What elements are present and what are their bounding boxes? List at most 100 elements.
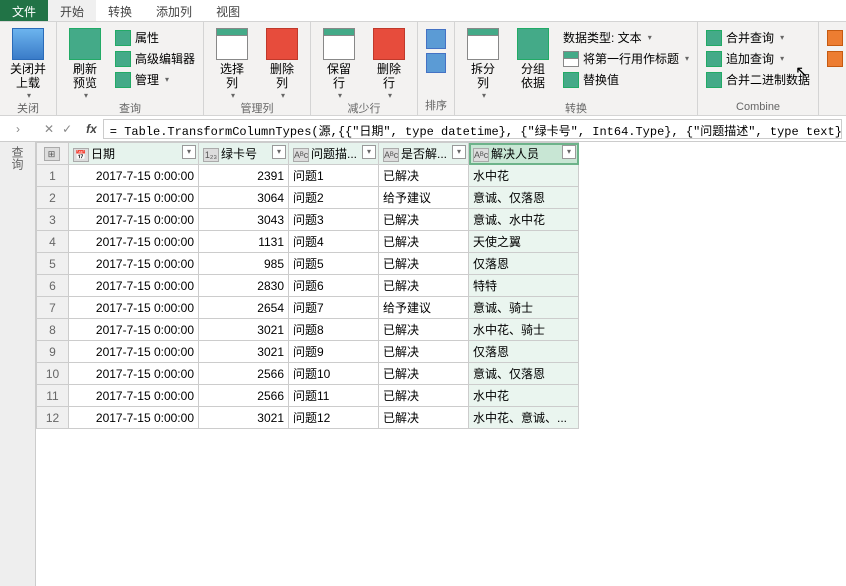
cell-solved[interactable]: 已解决	[379, 385, 469, 407]
tab-file[interactable]: 文件	[0, 0, 48, 21]
cell-solved[interactable]: 给予建议	[379, 297, 469, 319]
split-col-button[interactable]: 拆分 列	[461, 28, 505, 100]
table-row[interactable]: 92017-7-15 0:00:003021问题9已解决仅落恩	[37, 341, 579, 363]
table-row[interactable]: 122017-7-15 0:00:003021问题12已解决水中花、意诚、...	[37, 407, 579, 429]
cell-date[interactable]: 2017-7-15 0:00:00	[69, 231, 199, 253]
cell-solved[interactable]: 已解决	[379, 165, 469, 187]
replace-values-button[interactable]: 替换值	[561, 70, 691, 89]
data-type-button[interactable]: 数据类型: 文本	[561, 28, 691, 47]
row-number[interactable]: 9	[37, 341, 69, 363]
cell-question[interactable]: 问题9	[289, 341, 379, 363]
cell-date[interactable]: 2017-7-15 0:00:00	[69, 341, 199, 363]
advanced-editor-button[interactable]: 高级编辑器	[113, 49, 197, 68]
sort-asc-button[interactable]	[424, 28, 448, 50]
cell-date[interactable]: 2017-7-15 0:00:00	[69, 385, 199, 407]
tab-convert[interactable]: 转换	[96, 0, 144, 21]
table-row[interactable]: 72017-7-15 0:00:002654问题7给予建议意诚、骑士	[37, 297, 579, 319]
cell-card[interactable]: 2566	[199, 363, 289, 385]
corner-cell[interactable]: ⊞	[37, 143, 69, 165]
group-by-button[interactable]: 分组 依据	[511, 28, 555, 91]
cell-question[interactable]: 问题1	[289, 165, 379, 187]
cell-card[interactable]: 985	[199, 253, 289, 275]
table-row[interactable]: 32017-7-15 0:00:003043问题3已解决意诚、水中花	[37, 209, 579, 231]
cell-date[interactable]: 2017-7-15 0:00:00	[69, 253, 199, 275]
cell-question[interactable]: 问题8	[289, 319, 379, 341]
cell-person[interactable]: 水中花、骑士	[469, 319, 579, 341]
table-row[interactable]: 42017-7-15 0:00:001131问题4已解决天使之翼	[37, 231, 579, 253]
col-header-card[interactable]: 1₂₃绿卡号▾	[199, 143, 289, 165]
remove-cols-button[interactable]: 删除 列	[260, 28, 304, 100]
fx-icon[interactable]: fx	[80, 122, 103, 136]
formula-input[interactable]: = Table.TransformColumnTypes(源,{{"日期", t…	[103, 119, 842, 139]
tab-addcol[interactable]: 添加列	[144, 0, 204, 21]
cell-person[interactable]: 仅落恩	[469, 253, 579, 275]
cell-question[interactable]: 问题4	[289, 231, 379, 253]
cell-date[interactable]: 2017-7-15 0:00:00	[69, 209, 199, 231]
cell-person[interactable]: 水中花	[469, 385, 579, 407]
row-number[interactable]: 4	[37, 231, 69, 253]
sort-desc-button[interactable]	[424, 52, 448, 74]
cell-date[interactable]: 2017-7-15 0:00:00	[69, 407, 199, 429]
cell-person[interactable]: 意诚、水中花	[469, 209, 579, 231]
row-number[interactable]: 8	[37, 319, 69, 341]
cell-card[interactable]: 3064	[199, 187, 289, 209]
cell-question[interactable]: 问题6	[289, 275, 379, 297]
table-row[interactable]: 62017-7-15 0:00:002830问题6已解决特特	[37, 275, 579, 297]
cell-card[interactable]: 2830	[199, 275, 289, 297]
cell-date[interactable]: 2017-7-15 0:00:00	[69, 363, 199, 385]
select-cols-button[interactable]: 选择 列	[210, 28, 254, 100]
cell-question[interactable]: 问题11	[289, 385, 379, 407]
keep-rows-button[interactable]: 保留 行	[317, 28, 361, 100]
new-source-button[interactable]: 新建源	[825, 28, 846, 47]
row-number[interactable]: 7	[37, 297, 69, 319]
table-row[interactable]: 82017-7-15 0:00:003021问题8已解决水中花、骑士	[37, 319, 579, 341]
table-row[interactable]: 102017-7-15 0:00:002566问题10已解决意诚、仅落恩	[37, 363, 579, 385]
cell-person[interactable]: 仅落恩	[469, 341, 579, 363]
cell-question[interactable]: 问题7	[289, 297, 379, 319]
recent-source-button[interactable]: 最近使用的	[825, 49, 846, 68]
col-filter-person[interactable]: ▾	[562, 145, 576, 159]
cell-card[interactable]: 3021	[199, 341, 289, 363]
cell-solved[interactable]: 已解决	[379, 319, 469, 341]
col-header-date[interactable]: 📅日期▾	[69, 143, 199, 165]
cell-solved[interactable]: 已解决	[379, 209, 469, 231]
cell-card[interactable]: 3043	[199, 209, 289, 231]
row-number[interactable]: 12	[37, 407, 69, 429]
row-number[interactable]: 10	[37, 363, 69, 385]
merge-button[interactable]: 合并查询	[704, 28, 812, 47]
col-header-solved[interactable]: Aᴮc是否解...▾	[379, 143, 469, 165]
close-load-button[interactable]: 关闭并 上载	[6, 28, 50, 100]
cell-card[interactable]: 2654	[199, 297, 289, 319]
col-header-question[interactable]: Aᴮc问题描...▾	[289, 143, 379, 165]
cell-solved[interactable]: 已解决	[379, 231, 469, 253]
cell-card[interactable]: 1131	[199, 231, 289, 253]
col-filter-date[interactable]: ▾	[182, 145, 196, 159]
cell-solved[interactable]: 给予建议	[379, 187, 469, 209]
combine-binary-button[interactable]: 合并二进制数据	[704, 70, 812, 89]
remove-rows-button[interactable]: 删除 行	[367, 28, 411, 100]
cell-date[interactable]: 2017-7-15 0:00:00	[69, 275, 199, 297]
tab-home[interactable]: 开始	[48, 0, 96, 21]
cell-date[interactable]: 2017-7-15 0:00:00	[69, 319, 199, 341]
row-number[interactable]: 5	[37, 253, 69, 275]
table-row[interactable]: 22017-7-15 0:00:003064问题2给予建议意诚、仅落恩	[37, 187, 579, 209]
table-row[interactable]: 52017-7-15 0:00:00985问题5已解决仅落恩	[37, 253, 579, 275]
manage-button[interactable]: 管理	[113, 70, 197, 89]
nav-pane-toggle[interactable]: ›	[0, 122, 36, 136]
cell-solved[interactable]: 已解决	[379, 363, 469, 385]
cell-question[interactable]: 问题12	[289, 407, 379, 429]
first-row-header-button[interactable]: 将第一行用作标题	[561, 49, 691, 68]
cell-solved[interactable]: 已解决	[379, 275, 469, 297]
table-row[interactable]: 12017-7-15 0:00:002391问题1已解决水中花	[37, 165, 579, 187]
queries-pane-icon[interactable]: 查询	[9, 146, 26, 170]
append-button[interactable]: 追加查询	[704, 49, 812, 68]
col-filter-q[interactable]: ▾	[362, 145, 376, 159]
cell-person[interactable]: 意诚、仅落恩	[469, 363, 579, 385]
cell-person[interactable]: 天使之翼	[469, 231, 579, 253]
table-row[interactable]: 112017-7-15 0:00:002566问题11已解决水中花	[37, 385, 579, 407]
cell-date[interactable]: 2017-7-15 0:00:00	[69, 165, 199, 187]
cell-card[interactable]: 3021	[199, 319, 289, 341]
cell-person[interactable]: 意诚、仅落恩	[469, 187, 579, 209]
formula-confirm-icon[interactable]: ✓	[62, 122, 72, 136]
cell-person[interactable]: 水中花	[469, 165, 579, 187]
